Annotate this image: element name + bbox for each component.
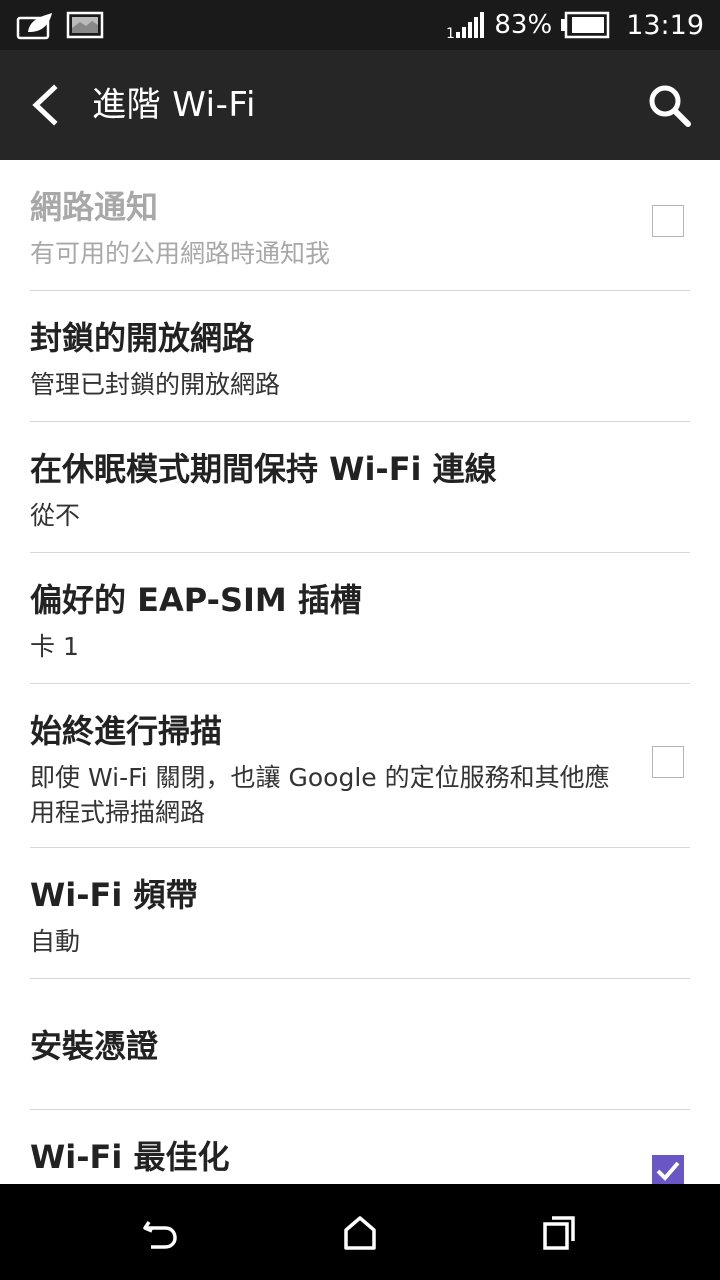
setting-title: 安裝憑證 <box>30 1027 159 1065</box>
setting-always-scan[interactable]: 始終進行掃描 即使 Wi-Fi 關閉，也讓 Google 的定位服務和其他應用程… <box>30 684 690 848</box>
setting-title: 偏好的 EAP-SIM 插槽 <box>30 581 362 619</box>
setting-summary: 有可用的公用網路時通知我 <box>30 239 331 268</box>
setting-summary: 管理已封鎖的開放網路 <box>30 370 281 399</box>
clock: 13:19 <box>626 9 704 41</box>
notification-icons <box>16 10 104 40</box>
settings-list: 網路通知 有可用的公用網路時通知我 封鎖的開放網路 管理已封鎖的開放網路 在休眠… <box>0 160 720 1240</box>
back-icon[interactable] <box>135 1208 185 1258</box>
page-title: 進階 Wi-Fi <box>92 85 256 125</box>
setting-title: 在休眠模式期間保持 Wi-Fi 連線 <box>30 450 497 488</box>
always-scan-checkbox[interactable] <box>652 746 684 778</box>
checkmark-icon <box>656 1161 680 1181</box>
setting-wifi-band[interactable]: Wi-Fi 頻帶 自動 <box>30 848 690 979</box>
setting-network-notification[interactable]: 網路通知 有可用的公用網路時通知我 <box>30 160 690 291</box>
back-arrow-icon[interactable] <box>22 80 72 130</box>
setting-summary: 即使 Wi-Fi 關閉，也讓 Google 的定位服務和其他應用程式掃描網路 <box>30 763 610 827</box>
signal-icon: 1 <box>446 12 485 40</box>
home-icon[interactable] <box>335 1208 385 1258</box>
recent-apps-icon[interactable] <box>535 1208 585 1258</box>
system-status: 1 83% 13:19 <box>446 0 704 50</box>
setting-title: 始終進行掃描 <box>30 712 223 750</box>
search-icon[interactable] <box>644 80 694 130</box>
battery-percent: 83% <box>494 10 553 40</box>
setting-summary: 從不 <box>30 501 81 530</box>
setting-eap-sim-slot[interactable]: 偏好的 EAP-SIM 插槽 卡 1 <box>30 553 690 684</box>
image-notification-icon <box>66 11 104 39</box>
app-notification-icon <box>16 13 52 40</box>
setting-summary: 卡 1 <box>30 632 79 661</box>
setting-install-certificates[interactable]: 安裝憑證 <box>30 979 690 1110</box>
navigation-bar <box>0 1184 720 1280</box>
svg-text:1: 1 <box>446 26 455 40</box>
setting-title: 封鎖的開放網路 <box>30 319 255 357</box>
setting-keep-wifi-during-sleep[interactable]: 在休眠模式期間保持 Wi-Fi 連線 從不 <box>30 422 690 553</box>
setting-blocked-open-networks[interactable]: 封鎖的開放網路 管理已封鎖的開放網路 <box>30 291 690 422</box>
status-bar: 1 83% 13:19 <box>0 0 720 50</box>
battery-icon <box>561 11 610 39</box>
network-notification-checkbox[interactable] <box>652 205 684 237</box>
wifi-optimization-checkbox[interactable] <box>652 1155 684 1187</box>
setting-summary: 自動 <box>30 927 81 956</box>
setting-title: Wi-Fi 最佳化 <box>30 1138 230 1176</box>
setting-title: 網路通知 <box>30 188 159 226</box>
action-bar: 進階 Wi-Fi <box>0 50 720 160</box>
setting-title: Wi-Fi 頻帶 <box>30 876 198 914</box>
